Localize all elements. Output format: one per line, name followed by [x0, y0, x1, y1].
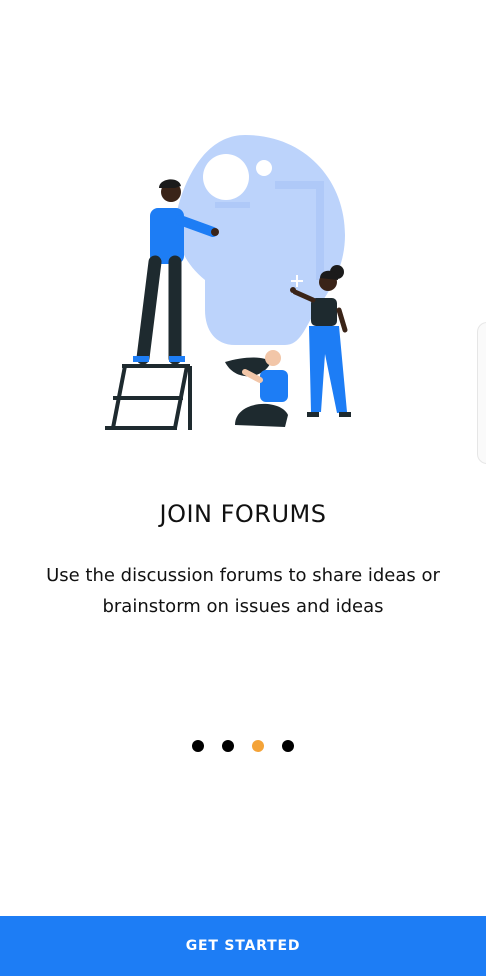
forum-collaboration-illustration	[105, 135, 351, 430]
edge-panel-handle[interactable]	[477, 322, 486, 464]
ladder	[105, 364, 192, 430]
page-dot-2[interactable]	[222, 740, 234, 752]
get-started-button[interactable]: GET STARTED	[0, 916, 486, 976]
sitting-man	[225, 350, 288, 427]
page-dot-3-active[interactable]	[252, 740, 264, 752]
page-description: Use the discussion forums to share ideas…	[46, 565, 440, 617]
page-dot-1[interactable]	[192, 740, 204, 752]
light-bubble-small	[256, 160, 272, 176]
page-dot-4[interactable]	[282, 740, 294, 752]
light-bubble	[203, 154, 249, 200]
page-title: JOIN FORUMS	[159, 500, 327, 528]
page-indicator	[0, 740, 486, 756]
